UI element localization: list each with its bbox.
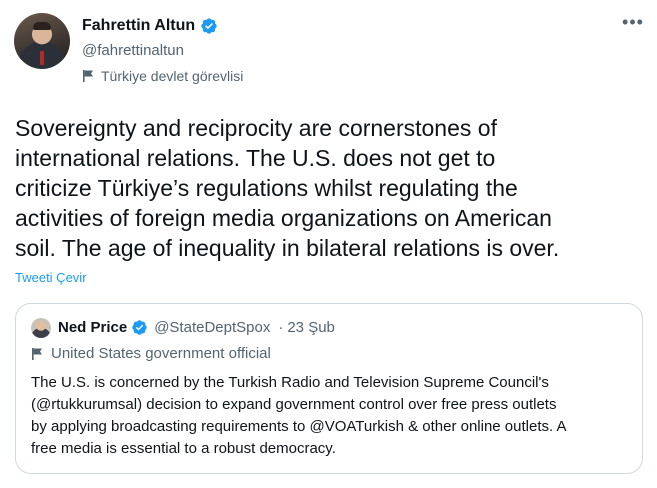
author-name-row: Fahrettin Altun: [82, 17, 218, 35]
header-separator: ·: [278, 319, 284, 336]
author-handle[interactable]: @fahrettinaltun: [82, 42, 184, 59]
quoted-government-label: United States government official: [31, 345, 271, 362]
quoted-author-avatar[interactable]: [31, 318, 51, 338]
quoted-tweet[interactable]: Ned Price @StateDeptSpox · 23 Şub United…: [15, 303, 643, 474]
quoted-verified-badge-icon: [132, 320, 147, 335]
tweet: Fahrettin Altun @fahrettinaltun Türkiye …: [0, 0, 657, 488]
translate-tweet-link[interactable]: Tweeti Çevir: [15, 270, 87, 285]
government-label-text: Türkiye devlet görevlisi: [101, 68, 244, 84]
quoted-author-name[interactable]: Ned Price: [58, 319, 127, 336]
avatar-hair: [33, 22, 51, 30]
verified-badge-icon: [201, 18, 217, 34]
author-name[interactable]: Fahrettin Altun: [82, 17, 195, 35]
quoted-tweet-header: Ned Price @StateDeptSpox · 23 Şub: [58, 319, 335, 336]
avatar-tie: [40, 51, 44, 65]
quoted-tweet-date[interactable]: 23 Şub: [287, 319, 335, 336]
flag-icon: [83, 70, 93, 82]
more-icon: •••: [622, 12, 644, 32]
quoted-government-label-text: United States government official: [51, 345, 271, 362]
quoted-author-handle[interactable]: @StateDeptSpox: [154, 319, 270, 336]
more-options-button[interactable]: •••: [618, 12, 648, 38]
quoted-flag-icon: [32, 347, 42, 360]
quoted-tweet-text: The U.S. is concerned by the Turkish Rad…: [31, 374, 567, 457]
tweet-text: Sovereignty and reciprocity are cornerst…: [15, 115, 560, 261]
author-avatar[interactable]: [14, 13, 70, 69]
author-government-label: Türkiye devlet görevlisi: [82, 68, 243, 84]
